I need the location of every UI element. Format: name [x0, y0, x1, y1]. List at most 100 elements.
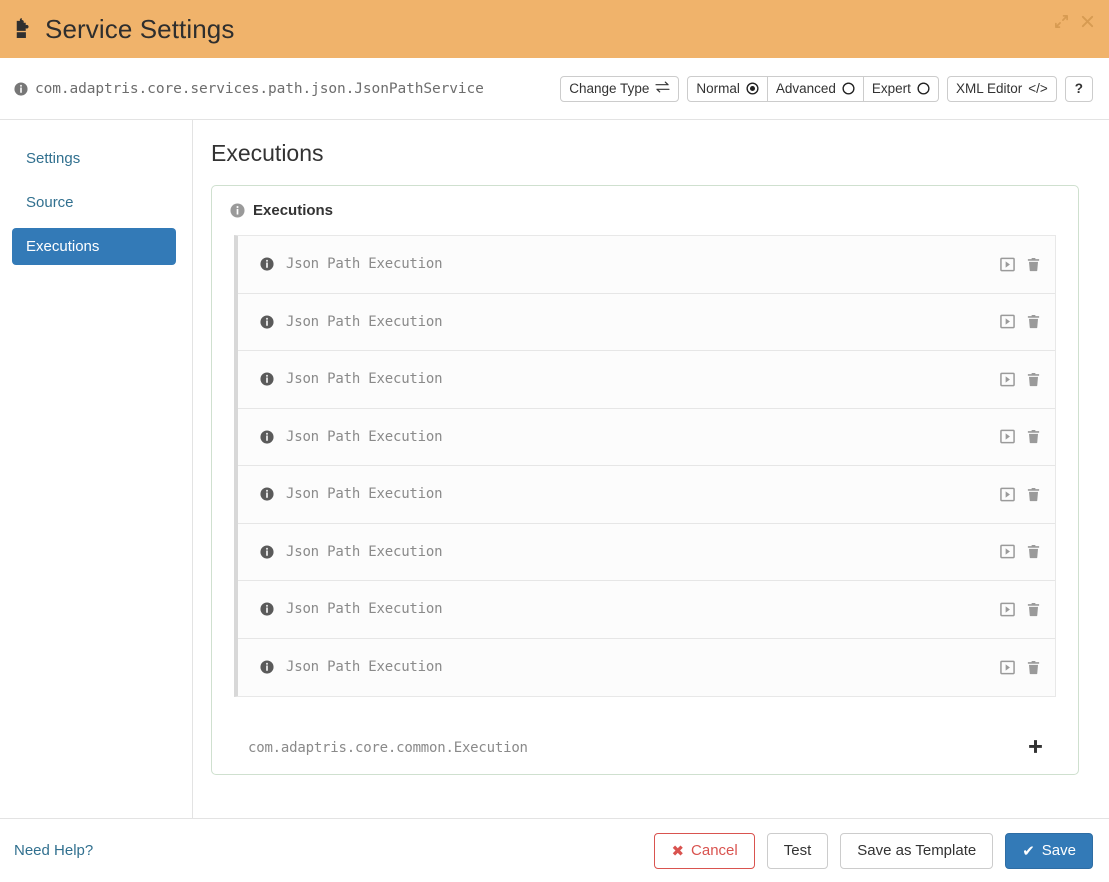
execution-label: Json Path Execution — [260, 371, 443, 388]
info-icon — [260, 487, 274, 501]
execution-label: Json Path Execution — [260, 428, 443, 445]
execution-label: Json Path Execution — [260, 601, 443, 618]
cancel-button-label: Cancel — [691, 842, 738, 859]
sidebar-item-source[interactable]: Source — [12, 184, 176, 221]
radio-unselected-icon — [917, 82, 930, 95]
execution-label: Json Path Execution — [260, 256, 443, 273]
execution-label-text: Json Path Execution — [286, 371, 443, 388]
info-icon — [260, 315, 274, 329]
cancel-icon: ✖ — [671, 842, 685, 860]
mode-option-advanced-label: Advanced — [775, 81, 836, 96]
sidebar-item-executions[interactable]: Executions — [12, 228, 176, 265]
table-row[interactable]: Json Path Execution — [238, 581, 1055, 639]
add-execution-class: com.adaptris.core.common.Execution — [248, 739, 528, 756]
add-execution-row: com.adaptris.core.common.Execution — [234, 739, 1056, 756]
open-icon[interactable] — [1000, 429, 1015, 444]
table-row[interactable]: Json Path Execution — [238, 523, 1055, 581]
delete-icon[interactable] — [1026, 372, 1041, 387]
row-actions — [1000, 372, 1041, 387]
save-as-template-button[interactable]: Save as Template — [840, 832, 994, 869]
info-icon — [230, 203, 245, 218]
info-icon — [260, 545, 274, 559]
row-actions — [1000, 257, 1041, 272]
close-icon[interactable] — [1080, 14, 1095, 29]
row-actions — [1000, 602, 1041, 617]
window-controls — [1054, 14, 1095, 29]
need-help-link[interactable]: Need Help? — [14, 842, 93, 859]
save-button[interactable]: ✔ Save — [1005, 832, 1093, 869]
radio-unselected-icon — [842, 82, 855, 95]
executions-panel: Executions Json Path Execution Json Path… — [211, 185, 1079, 775]
radio-selected-icon — [746, 82, 759, 95]
execution-label-text: Json Path Execution — [286, 313, 443, 330]
execution-label-text: Json Path Execution — [286, 428, 443, 445]
change-type-button[interactable]: Change Type — [560, 75, 680, 102]
table-row[interactable]: Json Path Execution — [238, 638, 1055, 696]
mode-option-expert-label: Expert — [871, 81, 911, 96]
open-icon[interactable] — [1000, 314, 1015, 329]
delete-icon[interactable] — [1026, 602, 1041, 617]
open-icon[interactable] — [1000, 487, 1015, 502]
execution-label: Json Path Execution — [260, 543, 443, 560]
open-icon[interactable] — [1000, 660, 1015, 675]
open-icon[interactable] — [1000, 372, 1015, 387]
sidebar-item-settings[interactable]: Settings — [12, 140, 176, 177]
footer-actions: ✖ Cancel Test Save as Template ✔ Save — [654, 832, 1093, 869]
xml-editor-button[interactable]: XML Editor </> — [946, 75, 1057, 102]
execution-label: Json Path Execution — [260, 659, 443, 675]
panel-heading-label: Executions — [253, 202, 334, 219]
info-icon — [260, 660, 274, 674]
mode-option-advanced[interactable]: Advanced — [767, 75, 864, 102]
table-row[interactable]: Json Path Execution — [238, 466, 1055, 524]
service-class-path-text: com.adaptris.core.services.path.json.Jso… — [35, 80, 484, 97]
toolbar: com.adaptris.core.services.path.json.Jso… — [0, 58, 1109, 120]
delete-icon[interactable] — [1026, 487, 1041, 502]
swap-icon — [655, 81, 670, 96]
open-icon[interactable] — [1000, 257, 1015, 272]
xml-editor-label: XML Editor — [955, 81, 1023, 96]
expand-icon[interactable] — [1054, 14, 1069, 29]
toolbar-actions: Change Type Normal Advanced Expert XML E… — [560, 75, 1093, 102]
row-actions — [1000, 660, 1041, 675]
test-button[interactable]: Test — [766, 832, 829, 869]
panel-heading: Executions — [230, 202, 1064, 219]
delete-icon[interactable] — [1026, 660, 1041, 675]
info-icon — [260, 372, 274, 386]
open-icon[interactable] — [1000, 602, 1015, 617]
table-row[interactable]: Json Path Execution — [238, 351, 1055, 409]
delete-icon[interactable] — [1026, 544, 1041, 559]
row-actions — [1000, 314, 1041, 329]
info-icon — [260, 430, 274, 444]
mode-option-expert[interactable]: Expert — [863, 75, 939, 102]
execution-label-text: Json Path Execution — [286, 256, 443, 273]
page-title: Executions — [211, 140, 324, 166]
window-title: Service Settings — [45, 13, 235, 44]
table-row[interactable]: Json Path Execution — [238, 293, 1055, 351]
execution-label: Json Path Execution — [260, 313, 443, 330]
service-class-path: com.adaptris.core.services.path.json.Jso… — [14, 81, 484, 97]
add-icon[interactable] — [1027, 739, 1044, 756]
execution-label-text: Json Path Execution — [286, 486, 443, 503]
page-body: Settings Source Executions Executions Ex… — [0, 120, 1109, 818]
execution-label-text: Json Path Execution — [286, 543, 443, 560]
execution-label-text: Json Path Execution — [286, 601, 443, 618]
save-button-label: Save — [1041, 842, 1076, 859]
table-row[interactable]: Json Path Execution — [238, 236, 1055, 294]
executions-list: Json Path Execution Json Path Execution … — [234, 235, 1056, 697]
check-icon: ✔ — [1022, 842, 1035, 860]
change-type-label: Change Type — [569, 81, 650, 96]
info-icon — [14, 81, 28, 96]
mode-selector: Normal Advanced Expert — [687, 75, 939, 102]
footer: Need Help? ✖ Cancel Test Save as Templat… — [0, 818, 1109, 882]
delete-icon[interactable] — [1026, 314, 1041, 329]
info-icon — [260, 257, 274, 271]
delete-icon[interactable] — [1026, 257, 1041, 272]
delete-icon[interactable] — [1026, 429, 1041, 444]
main-content: Executions Executions Json Path Executio… — [193, 120, 1109, 818]
open-icon[interactable] — [1000, 544, 1015, 559]
help-button[interactable]: ? — [1064, 75, 1093, 102]
mode-option-normal[interactable]: Normal — [687, 75, 768, 102]
table-row[interactable]: Json Path Execution — [238, 408, 1055, 466]
row-actions — [1000, 429, 1041, 444]
cancel-button[interactable]: ✖ Cancel — [654, 832, 755, 869]
